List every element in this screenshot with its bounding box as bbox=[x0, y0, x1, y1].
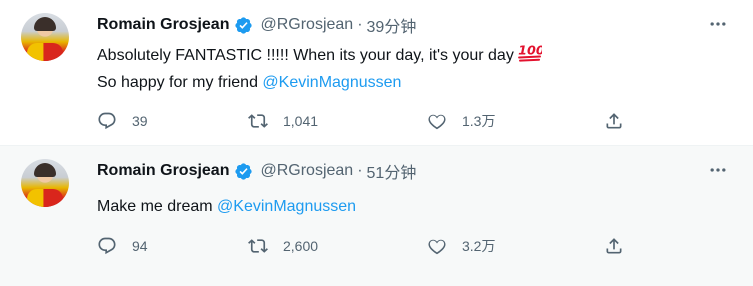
author-handle[interactable]: @RGrosjean bbox=[260, 162, 353, 180]
tweet-text: Make me dream @KevinMagnussen bbox=[97, 193, 356, 220]
tweet-text: Absolutely FANTASTIC !!!!! When its your… bbox=[97, 42, 542, 96]
tweet-text-span: Absolutely FANTASTIC !!!!! When its your… bbox=[97, 47, 514, 64]
tweet-actions: 94 2,600 3.2万 bbox=[97, 236, 637, 256]
like-button[interactable]: 1.3万 bbox=[427, 111, 495, 131]
avatar-hair bbox=[34, 17, 56, 31]
more-icon[interactable] bbox=[708, 14, 728, 34]
retweet-icon bbox=[248, 236, 268, 256]
reply-icon bbox=[97, 111, 117, 131]
tweet-text-span: Make me dream bbox=[97, 198, 218, 215]
tweet-timestamp[interactable]: 39分钟 bbox=[367, 13, 417, 37]
author-name[interactable]: Romain Grosjean bbox=[97, 16, 229, 34]
mention-link[interactable]: @KevinMagnussen bbox=[217, 198, 356, 215]
tweet-text-line: Make me dream @KevinMagnussen bbox=[97, 193, 356, 220]
verified-badge-icon bbox=[234, 16, 253, 35]
reply-icon bbox=[97, 236, 117, 256]
tweet-header: Romain Grosjean @RGrosjean · 39分钟 bbox=[97, 14, 416, 36]
retweet-icon bbox=[248, 111, 268, 131]
like-icon bbox=[427, 111, 447, 131]
author-name[interactable]: Romain Grosjean bbox=[97, 162, 229, 180]
reply-count: 39 bbox=[132, 113, 148, 129]
retweet-button[interactable]: 2,600 bbox=[248, 236, 318, 256]
tweet-text-line: Absolutely FANTASTIC !!!!! When its your… bbox=[97, 42, 542, 69]
avatar[interactable] bbox=[21, 159, 69, 207]
tweet-header: Romain Grosjean @RGrosjean · 51分钟 bbox=[97, 160, 416, 182]
share-button[interactable] bbox=[604, 236, 624, 256]
tweet-actions: 39 1,041 1.3万 bbox=[97, 111, 637, 131]
like-count: 1.3万 bbox=[462, 113, 496, 129]
header-separator: · bbox=[357, 16, 363, 33]
avatar-hair bbox=[34, 163, 56, 177]
share-icon bbox=[604, 236, 624, 256]
share-button[interactable] bbox=[604, 111, 624, 131]
retweet-count: 2,600 bbox=[283, 238, 319, 254]
mention-link[interactable]: @KevinMagnussen bbox=[262, 74, 401, 91]
verified-badge-icon bbox=[234, 162, 253, 181]
avatar-shirt bbox=[27, 189, 63, 207]
share-icon bbox=[604, 111, 624, 131]
author-handle[interactable]: @RGrosjean bbox=[260, 16, 353, 34]
like-button[interactable]: 3.2万 bbox=[427, 236, 495, 256]
tweet-feed: Romain Grosjean @RGrosjean · 39分钟 Absolu… bbox=[0, 0, 753, 286]
like-icon bbox=[427, 236, 447, 256]
tweet-text-span: So happy for my friend bbox=[97, 74, 263, 91]
retweet-count: 1,041 bbox=[283, 113, 319, 129]
tweet-timestamp[interactable]: 51分钟 bbox=[367, 159, 417, 183]
hundred-points-icon: 100 bbox=[517, 42, 542, 62]
tweet[interactable]: Romain Grosjean @RGrosjean · 51分钟 Make m… bbox=[0, 145, 753, 286]
reply-count: 94 bbox=[132, 238, 148, 254]
avatar-shirt bbox=[27, 43, 63, 61]
avatar[interactable] bbox=[21, 13, 69, 61]
header-separator: · bbox=[357, 162, 363, 179]
reply-button[interactable]: 94 bbox=[97, 236, 148, 256]
tweet-text-line: So happy for my friend @KevinMagnussen bbox=[97, 69, 542, 96]
like-count: 3.2万 bbox=[462, 238, 496, 254]
more-icon[interactable] bbox=[708, 160, 728, 180]
tweet[interactable]: Romain Grosjean @RGrosjean · 39分钟 Absolu… bbox=[0, 0, 753, 145]
retweet-button[interactable]: 1,041 bbox=[248, 111, 318, 131]
svg-text:100: 100 bbox=[518, 43, 542, 58]
reply-button[interactable]: 39 bbox=[97, 111, 148, 131]
